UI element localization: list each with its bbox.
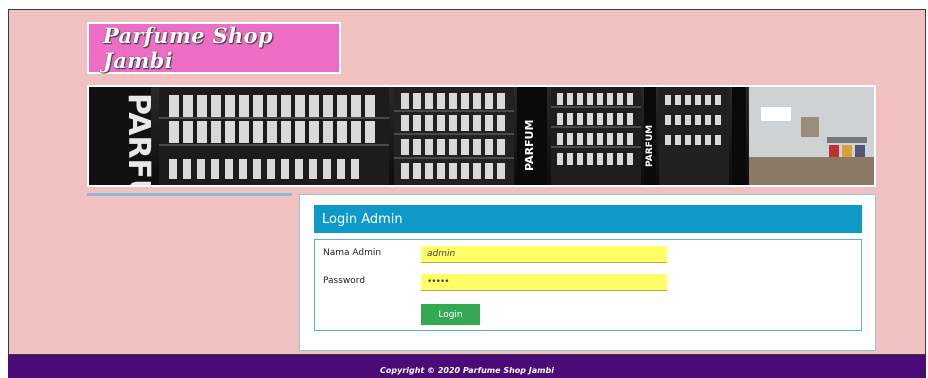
- username-input[interactable]: [421, 246, 667, 263]
- banner-image: PARFUM PARFUM PARFUM: [87, 85, 876, 187]
- page-frame: Parfume Shop Jambi PARFUM PARFUM PARFUM …: [8, 9, 926, 355]
- site-logo[interactable]: Parfume Shop Jambi: [87, 22, 341, 74]
- login-title: Login Admin: [322, 211, 403, 227]
- copyright-text: Copyright © 2020 Parfume Shop Jambi: [380, 366, 554, 375]
- login-button[interactable]: Login: [421, 304, 480, 325]
- banner-sign-small: PARFUM: [645, 125, 655, 167]
- username-label: Nama Admin: [323, 248, 382, 258]
- login-header: Login Admin: [314, 205, 862, 233]
- perfume-shelves-image: PARFUM PARFUM PARFUM: [89, 87, 874, 185]
- banner-sign-large: PARFUM: [121, 93, 156, 185]
- login-form: Nama Admin Password Login: [314, 239, 862, 331]
- password-label: Password: [323, 276, 366, 286]
- site-title: Parfume Shop Jambi: [103, 23, 273, 73]
- login-panel: Login Admin Nama Admin Password Login: [299, 194, 876, 351]
- password-input[interactable]: [421, 274, 667, 291]
- footer: Copyright © 2020 Parfume Shop Jambi: [8, 355, 926, 378]
- banner-sign-vertical: PARFUM: [523, 120, 536, 171]
- sidebar-divider: [87, 193, 292, 196]
